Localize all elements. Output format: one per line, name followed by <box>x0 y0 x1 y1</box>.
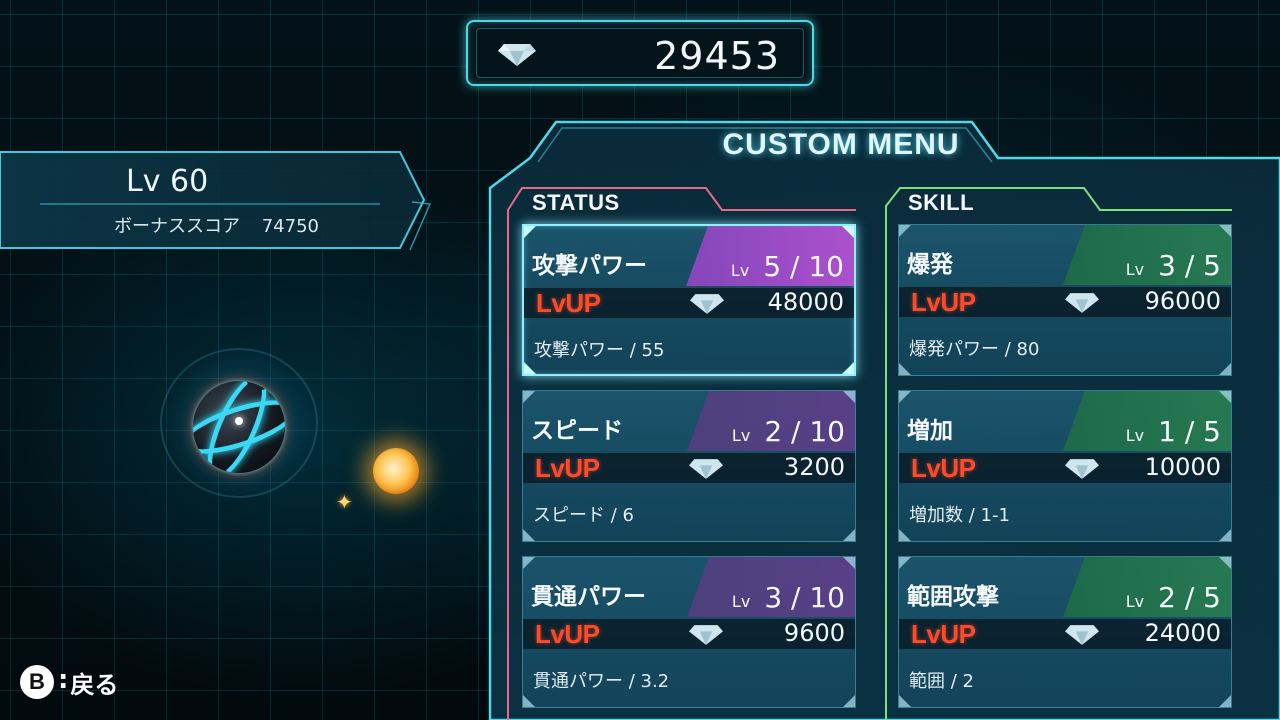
back-label: 戻る <box>70 670 119 699</box>
lvup-label: LvUP <box>911 619 976 649</box>
upgrade-cost: 48000 <box>767 288 844 316</box>
lvup-label: LvUP <box>535 453 600 483</box>
lvup-label: LvUP <box>535 619 600 649</box>
fire-ball <box>373 448 419 494</box>
diamond-icon <box>1065 459 1099 479</box>
card-level: 3 / 5 <box>1158 249 1221 282</box>
card-name: 範囲攻撃 <box>907 584 999 610</box>
card-description: 爆発パワー / 80 <box>909 339 1040 360</box>
bonus-score-label: ボーナススコア <box>114 216 240 237</box>
bonus-score: ボーナススコア 74750 <box>114 212 319 238</box>
diamond-icon <box>1065 625 1099 645</box>
diamond-icon <box>689 459 723 479</box>
skill-card-area-attack[interactable]: 範囲攻撃 Lv 2 / 5 LvUP 24000 範囲 / 2 <box>898 556 1232 708</box>
card-name: 貫通パワー <box>531 584 646 610</box>
player-ball <box>193 381 285 473</box>
skill-card-explosion[interactable]: 爆発 Lv 3 / 5 LvUP 96000 爆発パワー / 80 <box>898 224 1232 376</box>
diamond-icon <box>689 625 723 645</box>
card-name: 増加 <box>907 418 953 444</box>
skill-header: SKILL <box>908 190 975 215</box>
card-name: スピード <box>531 418 623 444</box>
skill-card-increase[interactable]: 増加 Lv 1 / 5 LvUP 10000 増加数 / 1-1 <box>898 390 1232 542</box>
lvup-label: LvUP <box>911 287 976 317</box>
player-level: Lv 60 <box>126 164 209 199</box>
status-card-attack[interactable]: 攻撃パワー Lv 5 / 10 LvUP 48000 攻撃パワー / 55 <box>522 224 856 376</box>
card-description: 攻撃パワー / 55 <box>534 340 665 361</box>
player-level-banner: Lv 60 ボーナススコア 74750 <box>0 150 432 252</box>
diamond-icon <box>690 294 724 314</box>
card-description: スピード / 6 <box>533 505 634 526</box>
upgrade-cost: 3200 <box>783 453 845 481</box>
menu-title: CUSTOM MENU <box>722 128 960 161</box>
diamond-icon <box>1065 293 1099 313</box>
currency-amount: 29453 <box>654 34 780 78</box>
bonus-score-value: 74750 <box>261 216 319 237</box>
sparkle-icon: ✦ <box>336 490 353 514</box>
currency-display: 29453 <box>466 20 814 86</box>
status-card-speed[interactable]: スピード Lv 2 / 10 LvUP 3200 スピード / 6 <box>522 390 856 542</box>
diamond-icon <box>498 44 536 66</box>
status-header: STATUS <box>532 190 620 215</box>
lvup-label: LvUP <box>536 288 601 318</box>
upgrade-cost: 96000 <box>1144 287 1221 315</box>
b-button-icon: B <box>20 665 54 699</box>
card-level: 2 / 10 <box>764 415 845 448</box>
back-button[interactable]: B : 戻る <box>20 662 118 702</box>
card-description: 増加数 / 1-1 <box>909 505 1010 526</box>
status-card-pierce[interactable]: 貫通パワー Lv 3 / 10 LvUP 9600 貫通パワー / 3.2 <box>522 556 856 708</box>
lvup-label: LvUP <box>911 453 976 483</box>
upgrade-cost: 9600 <box>783 619 845 647</box>
card-name: 爆発 <box>907 252 953 278</box>
card-description: 貫通パワー / 3.2 <box>533 671 670 692</box>
card-level: 2 / 5 <box>1158 581 1221 614</box>
upgrade-cost: 10000 <box>1144 453 1221 481</box>
card-description: 範囲 / 2 <box>909 671 974 692</box>
upgrade-cost: 24000 <box>1144 619 1221 647</box>
card-level: 5 / 10 <box>763 250 844 283</box>
card-name: 攻撃パワー <box>532 253 647 279</box>
card-level: 1 / 5 <box>1158 415 1221 448</box>
card-level: 3 / 10 <box>764 581 845 614</box>
